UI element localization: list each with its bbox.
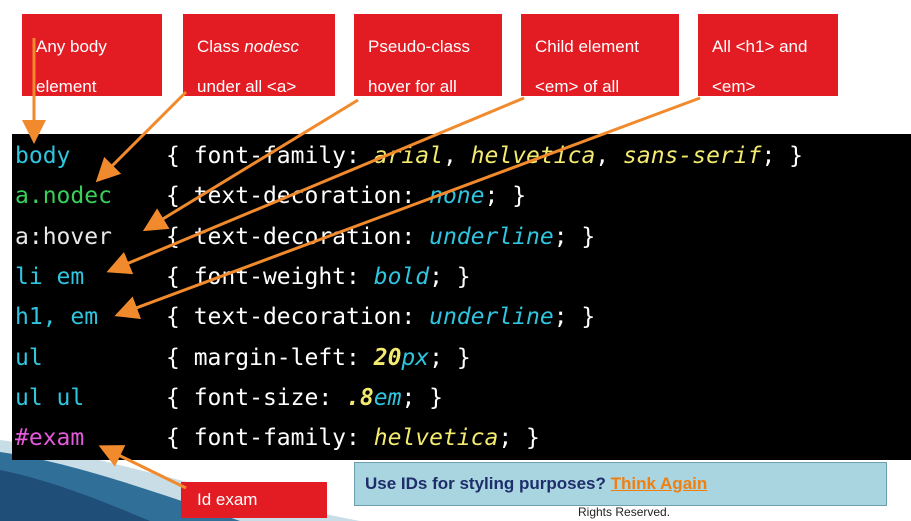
code-declaration: { font-family: helvetica; } <box>166 418 540 458</box>
callout-line: All <h1> and <box>712 37 808 56</box>
callout-line: element <box>36 77 97 96</box>
code-token: ; } <box>761 143 804 169</box>
code-token: { <box>166 223 194 250</box>
code-token: none <box>429 183 485 210</box>
code-declaration: { text-decoration: underline; } <box>166 297 595 337</box>
callout-id-exam: Id exam <box>181 482 327 518</box>
code-declaration: { margin-left: 20px; } <box>166 338 471 378</box>
note-text: Use IDs for styling purposes? <box>365 474 611 493</box>
code-declaration: { text-decoration: none; } <box>166 176 526 216</box>
code-declaration: { font-size: .8em; } <box>166 378 443 418</box>
callout-class-nodesc: Class nodesc under all <a> elements <box>183 14 335 136</box>
code-token: underline <box>429 304 554 331</box>
code-selector: li em <box>15 263 85 290</box>
code-token: px <box>401 344 430 371</box>
code-token: arial <box>373 143 443 169</box>
code-token: 20 <box>373 344 402 371</box>
callout-line: Child element <box>535 37 639 56</box>
code-token: { <box>166 304 194 331</box>
code-selector: body <box>15 143 71 169</box>
code-token: , <box>442 143 471 169</box>
code-token: font-family: <box>193 425 374 452</box>
code-token: margin-left: <box>193 344 374 371</box>
callout-pseudo-class: Pseudo-class hover for all <a> elements <box>354 14 502 136</box>
code-token: ; } <box>429 263 471 290</box>
code-token: ; } <box>498 425 540 452</box>
code-panel: body { font-family: arial, helvetica, san… <box>12 134 911 460</box>
note-box: Use IDs for styling purposes? Think Agai… <box>354 462 887 506</box>
code-token: , <box>595 143 623 169</box>
code-token: font-size: <box>193 384 347 411</box>
code-token: helvetica <box>373 425 499 452</box>
code-token: text-decoration: <box>193 183 430 210</box>
code-token: { <box>166 344 194 371</box>
code-token: .8 <box>346 384 374 411</box>
code-token: ; } <box>401 384 443 411</box>
code-token: em <box>373 384 402 411</box>
code-token: font-weight: <box>193 263 374 290</box>
code-token: { <box>166 183 194 210</box>
callout-line: <em> of all <box>535 77 620 96</box>
code-token: { <box>166 425 194 452</box>
code-token: ; } <box>429 344 471 371</box>
code-token: ; } <box>553 304 596 331</box>
callout-italic: nodesc <box>244 37 300 56</box>
code-declaration: { font-weight: bold; } <box>166 257 471 297</box>
think-again-link[interactable]: Think Again <box>611 474 708 493</box>
code-token: ; } <box>484 183 527 210</box>
code-token: ; } <box>553 223 596 250</box>
code-token: text-decoration: <box>193 304 430 331</box>
rights-text: Rights Reserved. <box>578 505 671 519</box>
callout-any-body: Any body element <box>22 14 162 96</box>
code-selector: h1, em <box>15 304 99 331</box>
callout-line: <em> <box>712 77 756 96</box>
code-selector: ul ul <box>15 384 85 411</box>
code-token: { <box>166 143 194 169</box>
code-selector: a:hover <box>15 223 112 250</box>
code-token: font-family: <box>193 143 374 169</box>
callout-text: Class <box>197 37 245 56</box>
code-token: sans-serif <box>623 143 762 169</box>
code-token: helvetica <box>470 143 596 169</box>
code-token: { <box>166 263 194 290</box>
callout-line: Pseudo-class <box>368 37 471 56</box>
code-selector: #exam <box>15 425 85 452</box>
code-declaration: { text-decoration: underline; } <box>166 217 595 257</box>
code-token: { <box>166 384 194 411</box>
code-token: bold <box>373 263 430 290</box>
code-selector: a.nodec <box>15 183 112 210</box>
code-selector: ul <box>15 344 43 371</box>
callout-child-element: Child element <em> of all <li> elements <box>521 14 679 136</box>
callout-line: Class nodesc <box>197 37 329 57</box>
callout-line: hover for all <box>368 77 457 96</box>
callout-all-h1-em: All <h1> and <em> elements <box>698 14 838 136</box>
code-declaration: { font-family: arial, helvetica, sans-se… <box>166 136 803 176</box>
code-token: text-decoration: <box>193 223 430 250</box>
code-token: underline <box>429 223 554 250</box>
callout-line: Any body <box>36 37 107 56</box>
callout-line: under all <a> <box>197 77 297 96</box>
